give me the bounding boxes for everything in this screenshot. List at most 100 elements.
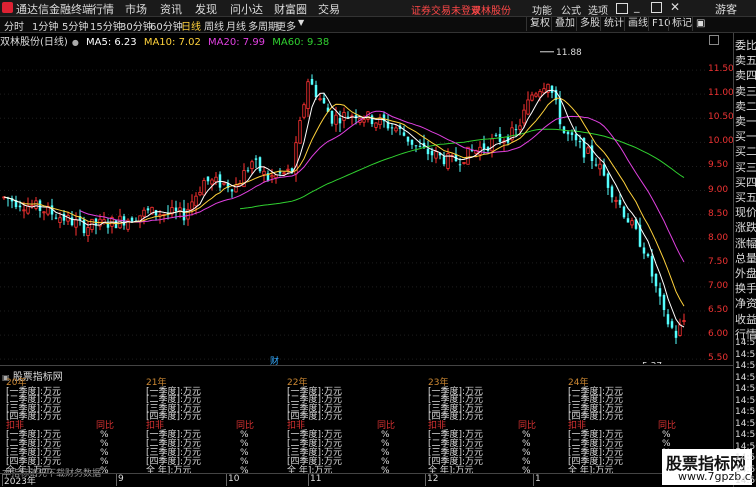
ma10-line — [3, 97, 685, 307]
candle-body — [494, 134, 498, 136]
duogu-button[interactable]: 多股 — [576, 17, 603, 31]
price-tick: 9.00 — [708, 184, 729, 195]
period-5min[interactable]: 5分钟 — [62, 18, 88, 33]
candle-body — [282, 172, 286, 175]
quote-label: 净资 — [735, 297, 756, 311]
period-multi[interactable]: 多周期 — [248, 18, 278, 33]
period-monthly[interactable]: 月线 — [226, 18, 246, 33]
candle-body — [462, 162, 466, 164]
minimize-icon[interactable]: _ — [634, 0, 640, 13]
candle-body — [374, 122, 378, 128]
low-price-label: 5.37 — [642, 361, 662, 364]
candle-body — [514, 129, 518, 131]
candle-body — [518, 125, 522, 130]
kline-chart[interactable]: 11.88 5.37 — [0, 46, 706, 364]
tb-row-value: % — [240, 465, 249, 476]
biaoji-button[interactable]: 标记 — [668, 17, 695, 31]
guest-label[interactable]: 游客 — [715, 1, 737, 17]
time-label: 14:56 — [735, 395, 756, 406]
candle-body — [210, 179, 214, 185]
window-controls-icon[interactable]: ▣ — [692, 17, 708, 31]
price-tick: 7.50 — [708, 256, 729, 267]
candle-body — [322, 97, 326, 104]
period-60min[interactable]: 60分钟 — [150, 18, 183, 33]
x-tick-mark — [425, 474, 426, 486]
menu-zixun[interactable]: 资讯 — [160, 1, 182, 17]
kf-row: 全 年]:万元% — [146, 465, 249, 476]
period-15min[interactable]: 15分钟 — [90, 18, 123, 33]
kf-row-label: 全 年]:万元 — [146, 465, 192, 476]
kf-row-label: 全 年]:万元 — [568, 465, 614, 476]
panel-separator — [0, 365, 733, 366]
candle-body — [174, 207, 178, 212]
period-more[interactable]: 更多 — [276, 18, 296, 33]
more-dropdown-icon[interactable]: ▼ — [298, 18, 304, 27]
quote-label: 买五 — [735, 191, 756, 204]
candle-body — [630, 220, 634, 226]
candle-body — [442, 156, 446, 165]
menu-gongshi[interactable]: 公式 — [561, 2, 581, 17]
x-tick-mark — [308, 474, 309, 486]
price-tick: 5.50 — [708, 353, 729, 364]
indicator-column: 20年 [一季度]:万元 [二季度]:万元 [三季度]:万元 [四季度]:万元 扣非 同比[… — [6, 379, 114, 476]
period-weekly[interactable]: 周线 — [204, 18, 224, 33]
candle-body — [662, 294, 666, 311]
quote-label: 买一 — [735, 130, 756, 144]
fuquan-button[interactable]: 复权 — [526, 17, 553, 31]
candle-body — [182, 208, 186, 221]
huaxian-button[interactable]: 画线 — [624, 17, 651, 31]
close-icon[interactable]: ✕ — [670, 0, 680, 14]
price-tick: 10.50 — [708, 112, 734, 123]
candle-body — [558, 98, 562, 125]
period-1min[interactable]: 1分钟 — [32, 18, 58, 33]
window-restore-icon[interactable] — [616, 3, 628, 14]
menu-caifuquan[interactable]: 财富圈 — [274, 1, 307, 17]
candle-body — [658, 288, 662, 297]
candle-body — [594, 164, 598, 166]
time-label: 14:56 — [735, 453, 756, 463]
menu-xuanxiang[interactable]: 选项 — [588, 2, 608, 17]
menu-gongneng[interactable]: 功能 — [532, 2, 552, 17]
candle-body — [602, 164, 606, 176]
menu-hangqing[interactable]: 行情 — [92, 1, 114, 17]
candle-body — [130, 217, 134, 222]
cai-marker[interactable]: 财 — [270, 354, 279, 367]
time-label: 14:56 — [735, 476, 756, 486]
price-tick: 6.00 — [708, 329, 729, 340]
ma60-line — [239, 128, 685, 210]
candle-body — [38, 200, 42, 211]
period-daily[interactable]: 日线 — [181, 18, 201, 33]
candle-body — [86, 227, 90, 236]
kf-row: 全 年]:万元% — [568, 465, 671, 476]
x-tick-label: 11 — [310, 474, 322, 484]
tongji-button[interactable]: 统计 — [600, 17, 627, 31]
candle-body — [550, 85, 554, 93]
time-label: 14:56 — [735, 430, 756, 440]
candle-body — [318, 98, 322, 101]
period-30min[interactable]: 30分钟 — [120, 18, 153, 33]
candle-body — [234, 184, 238, 193]
candle-body — [570, 132, 574, 135]
diejia-button[interactable]: 叠加 — [551, 17, 578, 31]
quote-label: 委比 — [735, 39, 756, 52]
menu-faxian[interactable]: 发现 — [195, 1, 217, 17]
menu-wenxiaoda[interactable]: 问小达 — [230, 1, 263, 17]
candle-body — [682, 320, 686, 322]
candle-body — [298, 120, 302, 144]
menu-shichang[interactable]: 市场 — [125, 1, 147, 17]
candle-body — [274, 174, 278, 179]
candle-body — [190, 201, 194, 210]
candle-body — [530, 94, 534, 101]
indicator-column: 23年 [一季度]:万元 [二季度]:万元 [三季度]:万元 [四季度]:万元 扣非 同比[… — [428, 379, 536, 476]
candle-body — [678, 324, 682, 336]
indicator-column: 24年 [一季度]:万元 [二季度]:万元 [三季度]:万元 [四季度]:万元 扣非 同比[… — [568, 379, 676, 476]
menu-jiaoyi[interactable]: 交易 — [318, 1, 340, 17]
chart-expand-icon[interactable] — [709, 35, 719, 45]
quote-label: 收益 — [735, 312, 756, 326]
app-logo-icon — [2, 2, 13, 13]
period-fenshi[interactable]: 分时 — [4, 18, 24, 33]
candle-body — [534, 93, 538, 97]
candle-body — [578, 141, 582, 143]
candle-body — [214, 176, 218, 183]
maximize-icon[interactable] — [651, 2, 662, 13]
